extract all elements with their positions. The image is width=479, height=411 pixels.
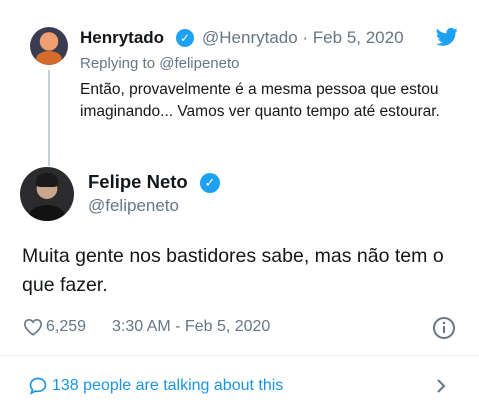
main-author-handle[interactable]: @felipeneto <box>88 196 179 216</box>
reply-author-handle[interactable]: @Henrytado · Feb 5, 2020 <box>202 28 404 48</box>
comment-icon[interactable] <box>28 376 48 396</box>
tweet-timestamp[interactable]: 3:30 AM - Feb 5, 2020 <box>112 318 270 336</box>
info-icon[interactable] <box>432 316 456 340</box>
main-author-avatar[interactable] <box>20 167 74 221</box>
twitter-bird-icon[interactable] <box>436 27 458 47</box>
heart-icon[interactable] <box>23 318 43 336</box>
reply-author-name[interactable]: Henrytado <box>80 28 164 48</box>
thread-line <box>48 70 50 166</box>
main-tweet-text: Muita gente nos bastidores sabe, mas não… <box>22 245 444 296</box>
people-talking-link[interactable]: 138 people are talking about this <box>52 377 283 395</box>
chevron-right-icon[interactable] <box>434 377 448 395</box>
divider <box>0 355 479 356</box>
reply-tweet-text: Então, provavelmente é a mesma pessoa qu… <box>80 81 440 120</box>
main-author-name[interactable]: Felipe Neto <box>88 171 188 193</box>
reply-author-avatar[interactable] <box>30 27 68 65</box>
verified-icon: ✓ <box>200 173 220 193</box>
like-count[interactable]: 6,259 <box>46 318 86 336</box>
replying-to-label[interactable]: Replying to @felipeneto <box>80 55 240 72</box>
verified-icon: ✓ <box>176 29 194 47</box>
